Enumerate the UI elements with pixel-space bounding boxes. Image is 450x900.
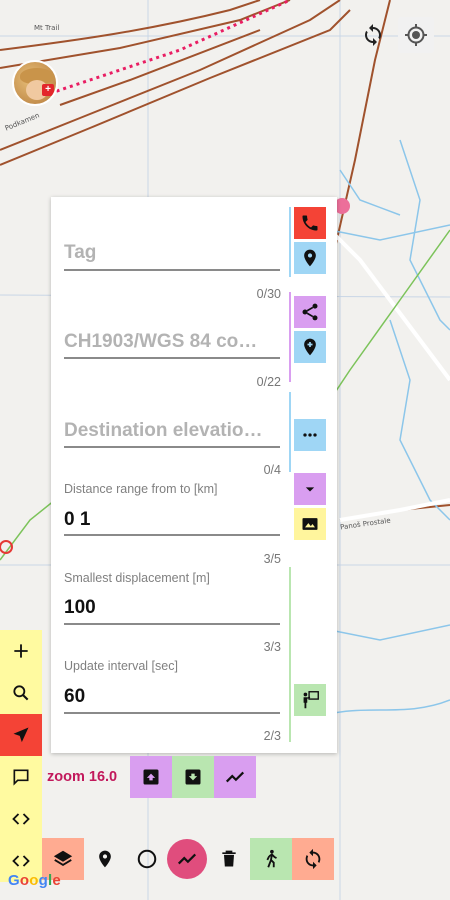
walk-button[interactable] [250, 838, 292, 880]
displacement-input[interactable]: 100 [64, 597, 96, 619]
add-location-button[interactable] [294, 331, 326, 363]
coordinates-counter: 0/22 [256, 375, 281, 389]
upload-button[interactable] [130, 756, 172, 798]
comment-button[interactable] [0, 756, 42, 798]
walk-icon [266, 849, 277, 868]
user-avatar[interactable]: + [12, 60, 58, 106]
code-button[interactable] [0, 798, 42, 840]
code-icon [12, 855, 30, 867]
tag-input[interactable]: Tag [64, 242, 280, 264]
divider-line [289, 392, 291, 472]
google-logo: Google [8, 872, 61, 889]
map-roads [328, 228, 450, 522]
more-button[interactable] [294, 419, 326, 451]
delete-icon [222, 850, 236, 867]
circle-icon [137, 849, 157, 869]
more-horiz-icon [303, 433, 317, 437]
distance-label: Distance range from to [km] [64, 482, 218, 496]
sync-icon [305, 848, 321, 870]
navigation-arrow-icon [13, 727, 29, 743]
image-icon [302, 518, 318, 530]
refresh-icon [365, 24, 381, 46]
divider-line [289, 567, 291, 742]
phone-icon [302, 215, 318, 231]
swiss-flag-icon: + [42, 84, 54, 96]
share-icon [302, 303, 318, 321]
distance-counter: 3/5 [263, 552, 281, 566]
place-button[interactable] [294, 242, 326, 274]
circle-button[interactable] [126, 838, 168, 880]
elevation-input[interactable]: Destination elevatio… [64, 420, 280, 442]
image-button[interactable] [294, 508, 326, 540]
guide-icon [303, 691, 319, 709]
comment-icon [13, 769, 29, 786]
interval-counter: 2/3 [263, 729, 281, 743]
interval-underline [64, 712, 280, 714]
search-button[interactable] [0, 672, 42, 714]
distance-underline [64, 534, 280, 536]
displacement-counter: 3/3 [263, 640, 281, 654]
displacement-label: Smallest displacement [m] [64, 571, 210, 585]
coordinates-underline [64, 357, 280, 359]
add-marker-button[interactable] [84, 838, 126, 880]
elevation-underline [64, 446, 280, 448]
trending-up-icon [177, 853, 197, 865]
gps-fixed-icon [405, 24, 427, 46]
coordinates-input[interactable]: CH1903/WGS 84 co… [64, 331, 280, 353]
code-icon [12, 813, 30, 825]
displacement-underline [64, 623, 280, 625]
track-button[interactable] [214, 756, 256, 798]
dropdown-button[interactable] [294, 473, 326, 505]
elevation-counter: 0/4 [263, 463, 281, 477]
download-button[interactable] [172, 756, 214, 798]
call-button[interactable] [294, 207, 326, 239]
interval-label: Update interval [sec] [64, 659, 178, 673]
search-icon [13, 685, 29, 701]
place-icon [99, 850, 111, 868]
place-icon [304, 249, 316, 267]
distance-input[interactable]: 0 1 [64, 509, 90, 531]
delete-button[interactable] [208, 838, 250, 880]
divider-line [289, 292, 291, 382]
zoom-level-label: zoom 16.0 [47, 769, 118, 785]
my-location-button[interactable] [398, 17, 434, 53]
upload-box-icon [143, 769, 159, 785]
zoom-in-button[interactable] [0, 630, 42, 672]
map-label: Mt Trail [34, 24, 60, 32]
guide-button[interactable] [294, 684, 326, 716]
download-box-icon [185, 769, 201, 785]
refresh-button[interactable] [355, 17, 391, 53]
divider-line [289, 207, 291, 277]
plus-icon [14, 644, 28, 658]
tag-counter: 0/30 [256, 287, 281, 301]
waypoint-form-panel: Tag 0/30 CH1903/WGS 84 co… 0/22 Destinat… [51, 197, 337, 753]
interval-input[interactable]: 60 [64, 686, 85, 708]
add-location-icon [304, 338, 316, 356]
share-button[interactable] [294, 296, 326, 328]
navigate-button[interactable] [0, 714, 42, 756]
trending-up-icon [225, 771, 245, 783]
record-track-button[interactable] [167, 839, 207, 879]
layers-icon [53, 850, 73, 867]
arrow-drop-down-icon [305, 487, 315, 492]
tag-underline [64, 269, 280, 271]
sync-button[interactable] [292, 838, 334, 880]
